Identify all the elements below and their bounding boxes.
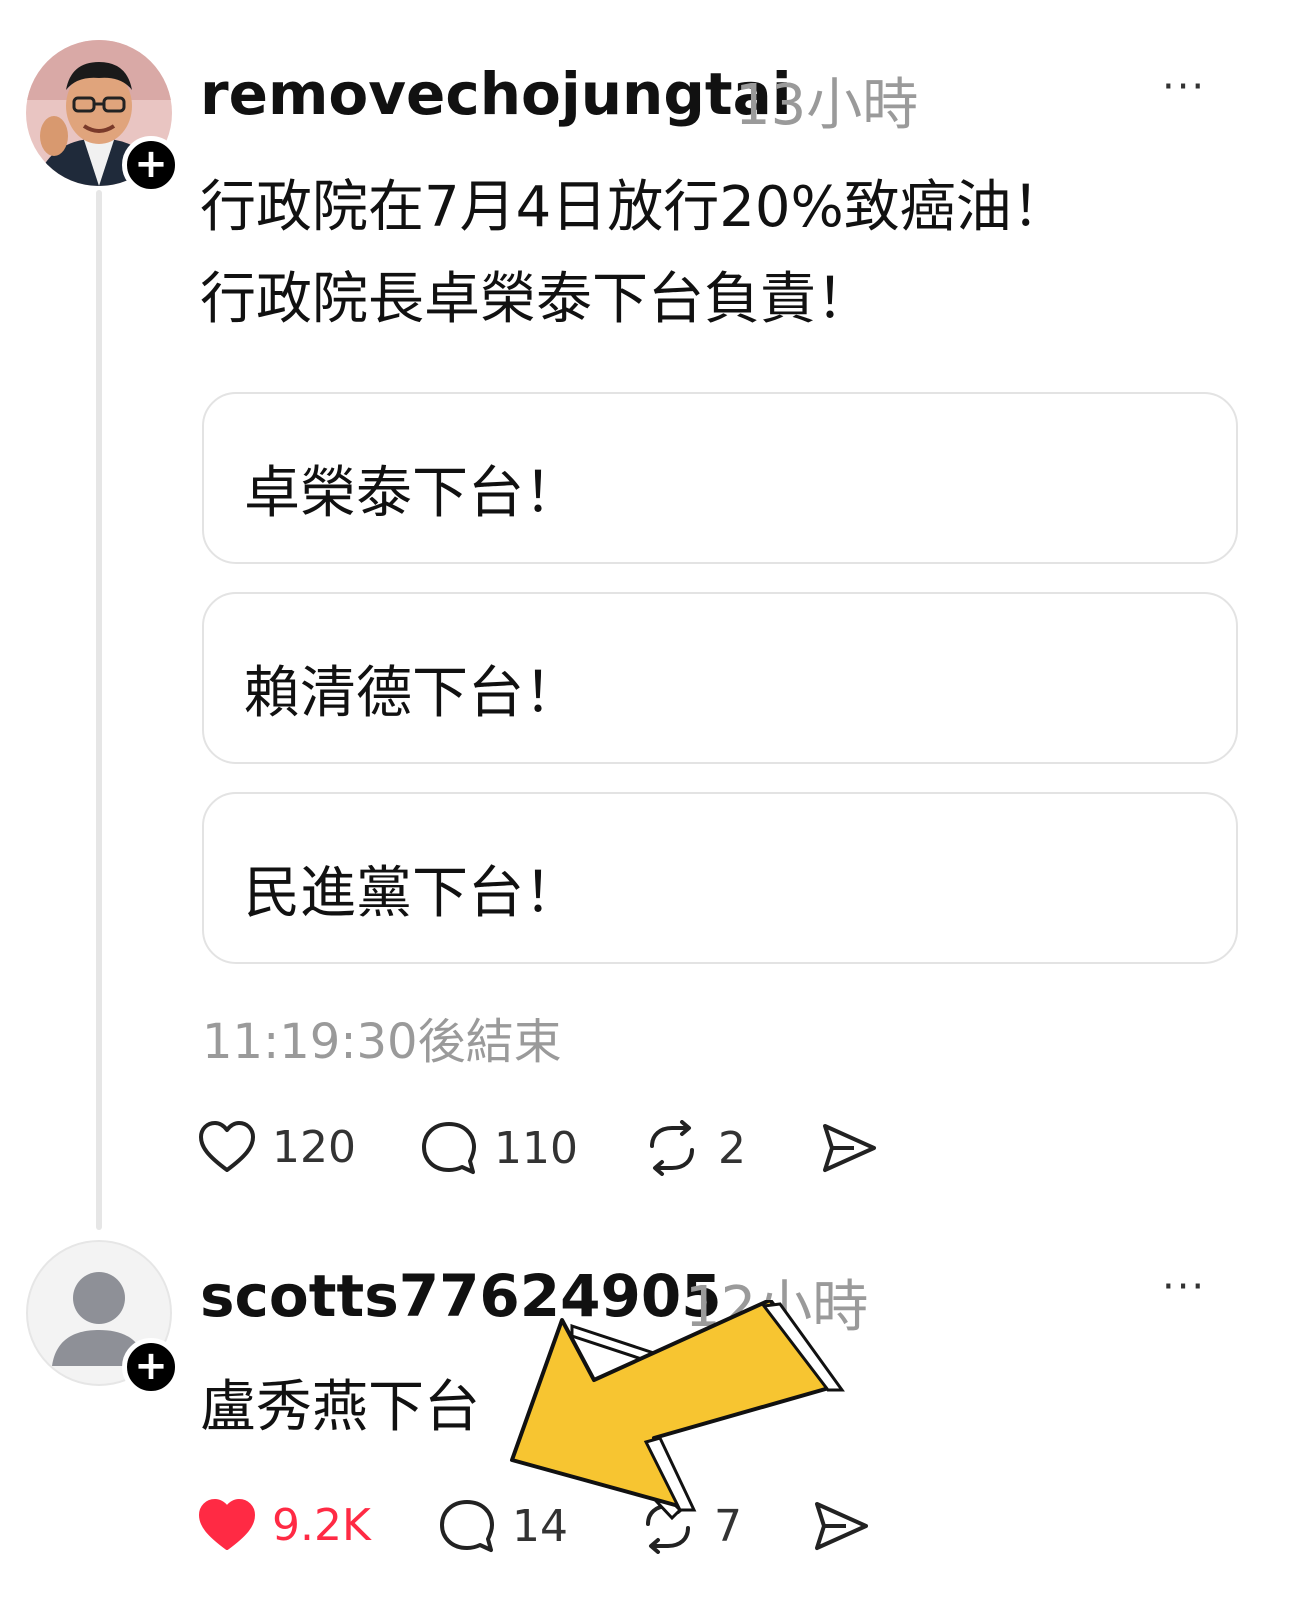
poll-option-label: 賴清德下台！ [244,661,580,726]
follow-plus-icon[interactable]: + [122,136,180,194]
pointer-arrow-icon [510,1300,845,1521]
comment-button[interactable]: 110 [420,1120,578,1176]
like-button[interactable]: 9.2K [198,1498,371,1552]
follow-plus-icon[interactable]: + [122,1338,180,1396]
like-count: 120 [272,1121,356,1173]
heart-icon [199,1121,255,1172]
post-text-line-1: 行政院在7月4日放行20%致癌油！ [200,175,1068,240]
poll-option-3[interactable]: 民進黨下台！ [202,792,1238,964]
repost-count: 2 [718,1122,746,1174]
poll-status: 11:19:30後結束 [202,1014,562,1070]
poll-option-label: 卓榮泰下台！ [244,461,580,526]
heart-icon-filled [199,1499,255,1550]
username[interactable]: removechojungtai [200,60,792,128]
like-count: 9.2K [272,1499,371,1551]
poll-option-label: 民進黨下台！ [244,861,580,926]
post-time: 13小時 [735,73,919,138]
comment-icon [422,1122,476,1174]
comment-count: 110 [494,1122,578,1174]
poll-option-2[interactable]: 賴清德下台！ [202,592,1238,764]
post-text: 盧秀燕下台 [200,1375,480,1440]
more-icon[interactable]: ··· [1162,64,1206,110]
comment-icon [440,1500,494,1552]
more-icon[interactable]: ··· [1162,1264,1206,1310]
thread-line [96,190,102,1230]
repost-button[interactable]: 2 [642,1120,746,1176]
poll-option-1[interactable]: 卓榮泰下台！ [202,392,1238,564]
like-button[interactable]: 120 [198,1120,356,1174]
share-button[interactable] [820,1120,878,1176]
post-text-line-2: 行政院長卓榮泰下台負責！ [200,267,872,332]
share-icon [823,1124,876,1172]
repost-icon [650,1120,694,1176]
